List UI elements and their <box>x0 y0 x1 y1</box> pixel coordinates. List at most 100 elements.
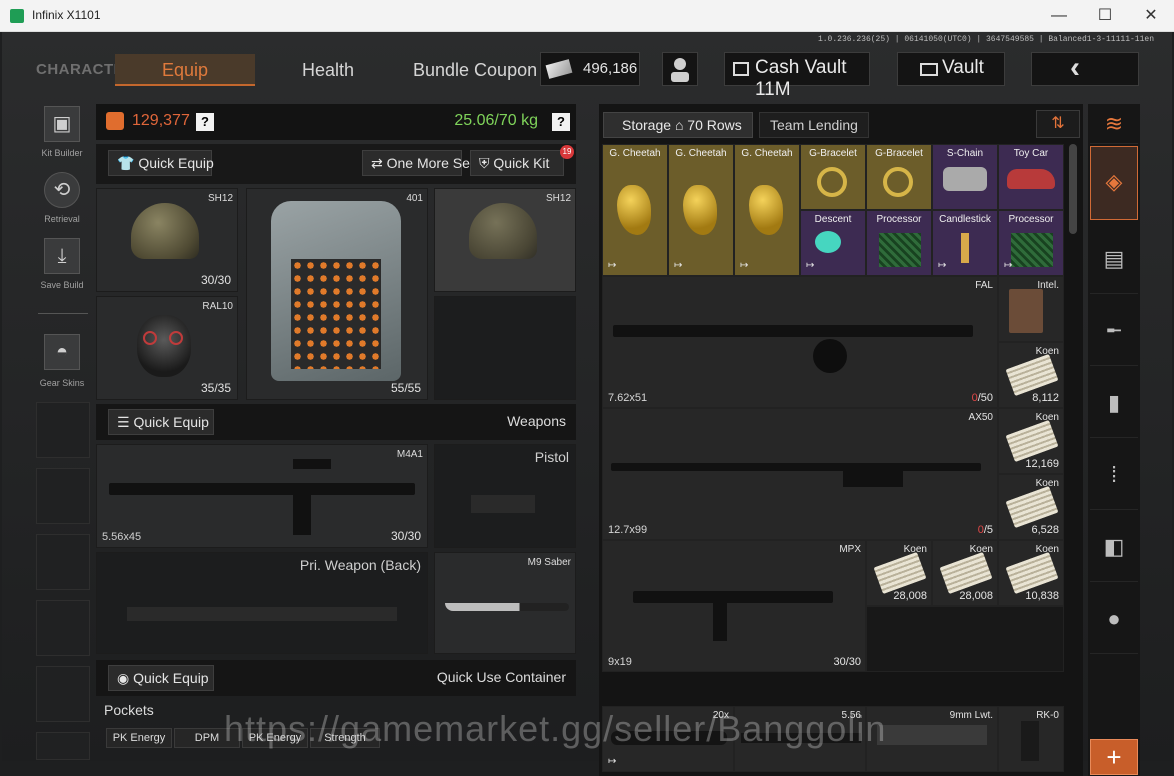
tab-team-lending[interactable]: Team Lending <box>759 112 869 138</box>
item-value: 28,008 <box>959 590 993 602</box>
storage-item[interactable]: Koen 28,008 <box>866 540 932 606</box>
rail-slot[interactable] <box>36 468 90 524</box>
gear-skins-button[interactable]: ◓ <box>44 334 80 370</box>
category-ammo[interactable]: ⁞ <box>1090 440 1138 510</box>
intel-image <box>1009 289 1043 333</box>
category-magazines[interactable]: ▮ <box>1090 368 1138 438</box>
item-name: Descent <box>814 214 852 225</box>
exit-icon: ↦ <box>806 260 815 271</box>
sort-button[interactable]: ⇅ <box>1036 110 1080 138</box>
chain-image <box>943 167 987 191</box>
add-button[interactable]: + <box>1090 739 1138 775</box>
cash-vault-label: Cash Vault 11M <box>755 57 847 100</box>
storage-item[interactable]: Koen 28,008 <box>932 540 998 606</box>
cash-display: 496,186 <box>540 52 640 86</box>
quick-equip-button[interactable]: 👕 Quick Equip <box>108 150 214 176</box>
close-button[interactable]: ✕ <box>1128 0 1174 32</box>
storage-item[interactable]: G-Bracelet <box>866 144 932 210</box>
tab-bundle-coupon[interactable]: Bundle Coupon <box>413 54 537 86</box>
storage-item[interactable]: Processor ↦ <box>998 210 1064 276</box>
helmet-alt-image <box>469 203 537 259</box>
drum-mag-image <box>813 339 847 373</box>
back-button[interactable]: ‹ <box>1031 51 1139 86</box>
storage-item[interactable]: FAL 7.62x51 0/50 <box>602 276 998 408</box>
category-equipment[interactable]: ◈ <box>1090 146 1138 220</box>
one-more-set-button[interactable]: ⇄ One More Set <box>362 150 474 176</box>
category-all[interactable]: ≋ <box>1090 104 1138 144</box>
equip-header: 129,377 ? 25.06/70 kg ? <box>96 104 576 140</box>
storage-item[interactable]: Intel. <box>998 276 1064 342</box>
weight-help-button[interactable]: ? <box>552 113 570 131</box>
helmet-icon: ◓ <box>55 341 69 363</box>
chevron-left-icon: ‹ <box>1070 51 1080 84</box>
pistol-slot[interactable]: Pistol <box>434 444 576 548</box>
weight-capacity: 25.06/70 kg <box>454 112 538 129</box>
maximize-button[interactable]: ☐ <box>1082 0 1128 32</box>
tab-storage[interactable]: Storage ⌂ 70 Rows <box>603 112 753 138</box>
storage-item[interactable]: MPX 9x19 30/30 <box>602 540 866 672</box>
storage-item[interactable]: Koen 12,169 <box>998 408 1064 474</box>
cash-vault-button[interactable]: Cash Vault 11M <box>724 52 870 100</box>
storage-scrollbar[interactable] <box>1069 144 1077 234</box>
category-weapons[interactable]: ╾ <box>1090 296 1138 366</box>
armor-slot[interactable]: 401 55/55 <box>246 188 428 400</box>
tab-health[interactable]: Health <box>302 54 354 86</box>
storage-item[interactable]: Koen 10,838 <box>998 540 1064 606</box>
storage-item[interactable]: G. Cheetah ↦ <box>668 144 734 276</box>
storage-item[interactable]: G. Cheetah ↦ <box>602 144 668 276</box>
helmet-image <box>131 203 199 259</box>
pocket-item[interactable]: PK Energy <box>106 728 172 748</box>
weapons-quick-equip-button[interactable]: ☰ Quick Equip <box>108 409 214 435</box>
storage-item[interactable]: G-Bracelet <box>800 144 866 210</box>
rail-slot[interactable] <box>36 402 90 458</box>
retrieval-button[interactable]: ⟲ <box>44 172 80 208</box>
storage-item[interactable]: AX50 12.7x99 0/5 <box>602 408 998 540</box>
category-gear[interactable]: ▤ <box>1090 224 1138 294</box>
tab-equip[interactable]: Equip <box>115 54 255 86</box>
rail-slot[interactable] <box>36 732 90 760</box>
back-weapon-slot[interactable]: Pri. Weapon (Back) <box>96 552 428 654</box>
container-quick-equip-button[interactable]: ◉ Quick Equip <box>108 665 214 691</box>
storage-item[interactable]: G. Cheetah ↦ <box>734 144 800 276</box>
storage-item[interactable]: Candlestick ↦ <box>932 210 998 276</box>
storage-item[interactable]: RK-0 <box>998 706 1064 772</box>
storage-item[interactable]: Koen 6,528 <box>998 474 1064 540</box>
quick-kit-label: Quick Kit <box>493 155 550 171</box>
vault-button[interactable]: Vault <box>897 52 1005 86</box>
m4a1-image <box>109 483 415 495</box>
empty-storage-cell[interactable] <box>866 606 1064 672</box>
storage-item[interactable]: S-Chain <box>932 144 998 210</box>
storage-item[interactable]: Toy Car <box>998 144 1064 210</box>
minimize-button[interactable]: — <box>1036 0 1082 32</box>
container-quick-equip-label: Quick Equip <box>133 670 209 686</box>
value-help-button[interactable]: ? <box>196 113 214 131</box>
save-build-button[interactable]: ⤓ <box>44 238 80 274</box>
empty-gear-slot[interactable] <box>434 296 576 400</box>
rail-slot[interactable] <box>36 666 90 722</box>
quick-kit-badge: 19 <box>560 145 574 159</box>
primary-ammo-type: 5.56x45 <box>102 531 142 543</box>
mask-slot[interactable]: RAL10 35/35 <box>96 296 238 400</box>
kit-builder-button[interactable]: ▣ <box>44 106 80 142</box>
exit-icon: ↦ <box>674 260 683 271</box>
mask-durability: 35/35 <box>200 381 231 395</box>
category-consumables[interactable]: ● <box>1090 584 1138 654</box>
storage-item[interactable]: Koen 8,112 <box>998 342 1064 408</box>
armor-name: 401 <box>406 193 423 204</box>
suppressor-image <box>877 725 987 745</box>
operator-button[interactable] <box>662 52 698 86</box>
category-attachments[interactable]: ◧ <box>1090 512 1138 582</box>
sight-icon: ◧ <box>1103 534 1125 559</box>
helmet-alt-slot[interactable]: SH12 <box>434 188 576 292</box>
grenade-icon: ● <box>1107 606 1121 631</box>
primary-weapon-slot[interactable]: M4A1 5.56x45 30/30 <box>96 444 428 548</box>
rail-slot[interactable] <box>36 600 90 656</box>
quick-kit-button[interactable]: ⛨ Quick Kit <box>470 150 564 176</box>
storage-item[interactable]: Processor <box>866 210 932 276</box>
helmet-slot[interactable]: SH12 30/30 <box>96 188 238 292</box>
storage-item[interactable]: Descent ↦ <box>800 210 866 276</box>
shield-icon: ⛨ <box>479 155 490 171</box>
rail-slot[interactable] <box>36 534 90 590</box>
melee-slot[interactable]: M9 Saber <box>434 552 576 654</box>
item-value: 8,112 <box>1032 392 1059 404</box>
